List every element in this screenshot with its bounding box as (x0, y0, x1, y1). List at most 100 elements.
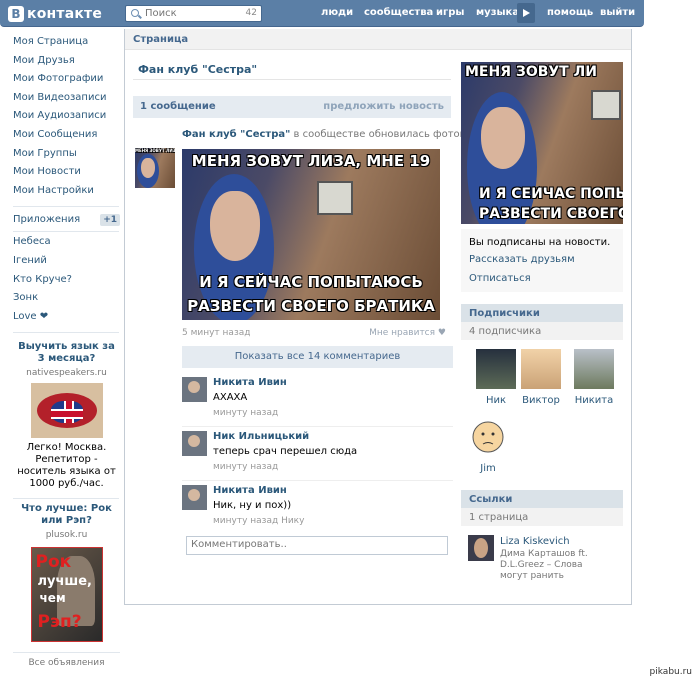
ad-domain: plusok.ru (45, 530, 88, 541)
messages-count[interactable]: 1 сообщение (140, 101, 216, 113)
comment-time[interactable]: минуту назад (213, 408, 278, 418)
subscriber-name[interactable]: Никита (573, 395, 615, 406)
comment-text: Ник, ну и пох)) (213, 500, 292, 511)
subscribers-header[interactable]: Подписчики (461, 304, 623, 322)
vk-logo-icon: В (8, 5, 24, 22)
music-play-icon[interactable] (517, 3, 535, 23)
subscriber[interactable]: Jim (467, 417, 509, 474)
subscriber[interactable]: Виктор (520, 349, 562, 406)
suggest-news-link[interactable]: предложить новость (323, 101, 444, 113)
search-input[interactable] (145, 7, 225, 20)
menu-my-friends[interactable]: Мои Друзья (13, 55, 120, 74)
group-photo-top-text: МЕНЯ ЗОВУТ ЛИ (465, 64, 597, 80)
menu-divider (13, 332, 119, 334)
app-item[interactable]: Небеса (13, 236, 120, 255)
apps-badge: +1 (100, 213, 120, 226)
tell-friends-link[interactable]: Рассказать друзьям (469, 254, 615, 265)
unsubscribe-link[interactable]: Отписаться (469, 273, 615, 284)
menu-my-settings[interactable]: Мои Настройки (13, 185, 120, 204)
menu-divider (13, 206, 119, 208)
comment-text: теперь срач перешел сюда (213, 446, 358, 457)
ad-title[interactable]: Что лучше: Рок или Рэп? (13, 503, 120, 527)
post-time[interactable]: 5 минут назад (182, 328, 250, 338)
messages-bar: 1 сообщение предложить новость (133, 96, 451, 118)
menu-my-photos[interactable]: Мои Фотографии (13, 73, 120, 92)
app-item[interactable]: Iгений (13, 255, 120, 274)
link-title[interactable]: Liza Kiskevich (500, 536, 570, 547)
comment-divider (182, 480, 453, 481)
app-item[interactable]: Кто Круче? (13, 274, 120, 293)
ad-text: Легко! Москва. Репетитор - носитель язык… (17, 442, 116, 490)
comment-author[interactable]: Никита Ивин (213, 377, 287, 388)
avatar[interactable] (521, 349, 561, 389)
comment-text: АХАХА (213, 392, 248, 403)
subscriber-name[interactable]: Jim (467, 463, 509, 474)
all-ads-link[interactable]: Все объявления (13, 652, 120, 668)
ad-block[interactable]: Выучить язык за 3 месяца? nativespeakers… (13, 341, 120, 490)
group-photo[interactable]: МЕНЯ ЗОВУТ ЛИ И Я СЕЙЧАС ПОПЫ РАЗВЕСТИ С… (461, 62, 623, 224)
subscribers-count: 4 подписчика (461, 322, 623, 340)
avatar[interactable] (182, 431, 207, 456)
ad-title[interactable]: Выучить язык за 3 месяца? (13, 341, 120, 365)
subscriber[interactable]: Ник (475, 349, 517, 406)
nav-logout[interactable]: выйти (600, 7, 635, 18)
avatar[interactable] (468, 535, 494, 561)
menu-my-news[interactable]: Мои Новости (13, 166, 120, 185)
ad-block[interactable]: Что лучше: Рок или Рэп? plusok.ru Рок лу… (13, 503, 120, 643)
left-menu: Моя Страница Мои Друзья Мои Фотографии М… (13, 36, 120, 668)
ad-domain: nativespeakers.ru (26, 368, 107, 379)
subscriber-name[interactable]: Ник (475, 395, 517, 406)
avatar[interactable] (182, 377, 207, 402)
comment-author[interactable]: Никита Ивин (213, 485, 287, 496)
page-title: Страница (125, 29, 631, 50)
link-description: Дима Карташов ft. D.L.Greez – Слова могу… (500, 549, 588, 581)
ad-image[interactable]: Рок лучше, чем Рэп? (30, 547, 103, 643)
subscription-box: Вы подписаны на новости. Рассказать друз… (461, 229, 623, 292)
post-photo[interactable]: МЕНЯ ЗОВУТ ЛИЗА, МНЕ 19 И Я СЕЙЧАС ПОПЫТ… (182, 149, 440, 320)
menu-my-page[interactable]: Моя Страница (13, 36, 120, 55)
nav-games[interactable]: игры (436, 7, 464, 18)
app-item-label[interactable]: Love (13, 311, 37, 322)
heart-icon: ♥ (437, 328, 446, 338)
menu-my-videos[interactable]: Мои Видеозаписи (13, 92, 120, 111)
comment-time[interactable]: минуту назад Нику (213, 516, 304, 526)
subscriber-name[interactable]: Виктор (520, 395, 562, 406)
meme-bottom-text-2: РАЗВЕСТИ СВОЕГО БРАТИКА (187, 297, 435, 315)
show-all-comments-button[interactable]: Показать все 14 комментариев (182, 346, 453, 368)
menu-divider (13, 231, 119, 233)
avatar[interactable] (476, 349, 516, 389)
avatar[interactable] (182, 485, 207, 510)
menu-my-audio[interactable]: Мои Аудиозаписи (13, 110, 120, 129)
menu-my-groups[interactable]: Мои Группы (13, 148, 120, 167)
search-box[interactable]: 42 (125, 5, 262, 22)
group-photo-bottom-text-1: И Я СЕЙЧАС ПОПЫ (479, 186, 623, 202)
links-header[interactable]: Ссылки (461, 490, 623, 508)
group-avatar[interactable]: МЕНЯ ЗОВУТ ЛИЗА, МНЕ 19 (135, 148, 175, 188)
app-item-love[interactable]: Love ❤ (13, 311, 120, 330)
comment-time[interactable]: минуту назад (213, 462, 278, 472)
subscriber[interactable]: Никита (573, 349, 615, 406)
title-divider (133, 79, 451, 80)
avatar[interactable] (574, 349, 614, 389)
nav-people[interactable]: люди (321, 7, 353, 18)
menu-my-messages[interactable]: Мои Сообщения (13, 129, 120, 148)
group-title: Фан клуб "Сестра" (138, 63, 258, 76)
links-count: 1 страница (461, 508, 623, 526)
comment-input[interactable]: Комментировать.. (186, 536, 448, 555)
menu-apps-label[interactable]: Приложения (13, 214, 80, 225)
subscribed-status: Вы подписаны на новости. (469, 237, 611, 248)
nav-help[interactable]: помощь (547, 7, 593, 18)
avatar[interactable] (468, 417, 508, 457)
post-meta: 5 минут назад Мне нравится ♥ (182, 328, 446, 338)
meme-top-text: МЕНЯ ЗОВУТ ЛИЗА, МНЕ 19 (191, 152, 431, 170)
watermark: pikabu.ru (649, 667, 692, 677)
menu-apps[interactable]: Приложения +1 (13, 211, 120, 228)
vk-logo[interactable]: В контакте (8, 5, 102, 22)
like-button[interactable]: Мне нравится ♥ (369, 328, 446, 338)
app-item[interactable]: Зонк (13, 292, 120, 311)
ad-image[interactable] (30, 383, 103, 439)
post-author[interactable]: Фан клуб "Сестра" (182, 129, 290, 140)
nav-music[interactable]: музыка (476, 7, 519, 18)
comment-author[interactable]: Ник Ильницький (213, 431, 309, 442)
nav-communities[interactable]: сообщества (364, 7, 433, 18)
